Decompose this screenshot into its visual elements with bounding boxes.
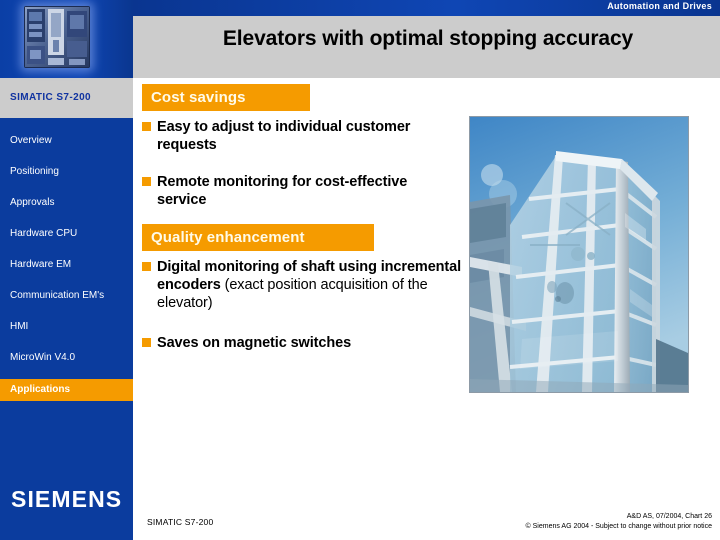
- sidebar-item-approvals[interactable]: Approvals: [0, 192, 133, 214]
- sidebar-header: SIMATIC S7-200: [0, 78, 133, 118]
- list-item: Easy to adjust to individual customer re…: [142, 118, 452, 154]
- sidebar-item-hmi[interactable]: HMI: [0, 316, 133, 338]
- bullet-square-icon: [142, 338, 151, 347]
- title-bar: Elevators with optimal stopping accuracy: [133, 16, 720, 78]
- sidebar-item-positioning[interactable]: Positioning: [0, 161, 133, 183]
- bullet-text: Digital monitoring of shaft using increm…: [157, 258, 462, 312]
- bullet-square-icon: [142, 177, 151, 186]
- page-title: Elevators with optimal stopping accuracy: [222, 27, 634, 50]
- list-item: Saves on magnetic switches: [142, 334, 462, 352]
- sidebar-item-hardware-cpu[interactable]: Hardware CPU: [0, 223, 133, 245]
- section-heading-label: Cost savings: [151, 89, 246, 106]
- footer-reference: A&D AS, 07/2004, Chart 26: [626, 513, 712, 520]
- sidebar-item-overview[interactable]: Overview: [0, 130, 133, 152]
- siemens-logo: SIEMENS: [11, 486, 123, 512]
- product-thumbnail-icon: [24, 6, 90, 68]
- list-item: Remote monitoring for cost-effective ser…: [142, 173, 452, 209]
- section-heading-label: Quality enhancement: [151, 229, 305, 246]
- list-item: Digital monitoring of shaft using increm…: [142, 258, 462, 312]
- bullet-square-icon: [142, 262, 151, 271]
- sidebar: SIMATIC S7-200 Overview Positioning Appr…: [0, 78, 133, 540]
- bullet-square-icon: [142, 122, 151, 131]
- bullet-text: Easy to adjust to individual customer re…: [157, 119, 411, 153]
- banner-strip: Automation and Drives: [133, 0, 720, 16]
- sidebar-item-hardware-em[interactable]: Hardware EM: [0, 254, 133, 276]
- sidebar-item-microwin[interactable]: MicroWin V4.0: [0, 347, 133, 369]
- sidebar-item-applications[interactable]: Applications: [0, 379, 133, 401]
- footer-copyright: A&D AS, 07/2004, Chart 26 © Siemens AG 2…: [526, 512, 712, 532]
- section-heading-cost-savings: Cost savings: [142, 84, 310, 111]
- division-label: Automation and Drives: [607, 1, 712, 11]
- section-heading-quality-enhancement: Quality enhancement: [142, 224, 374, 251]
- top-banner: [0, 0, 133, 78]
- bullet-text: Remote monitoring for cost-effective ser…: [157, 174, 408, 208]
- sidebar-item-communication-ems[interactable]: Communication EM's: [0, 285, 133, 307]
- footer-product-label: SIMATIC S7-200: [147, 517, 214, 527]
- glass-elevator-photo: [469, 116, 689, 393]
- footer-copyright-line: © Siemens AG 2004 - Subject to change wi…: [525, 523, 712, 530]
- sidebar-heading: SIMATIC S7-200: [10, 92, 91, 103]
- bullet-text: Saves on magnetic switches: [157, 335, 352, 351]
- content-area: Cost savings Easy to adjust to individua…: [133, 78, 720, 540]
